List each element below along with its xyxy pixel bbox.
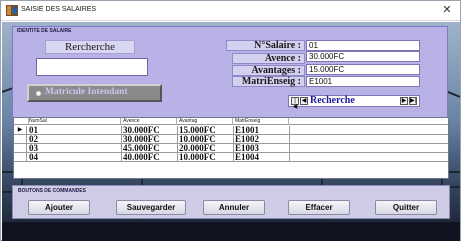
next-record-icon[interactable]: ▶ xyxy=(400,97,408,105)
form-client-area: IDENTITE DE SALAIRE Rercherche Matricule… xyxy=(2,22,460,241)
previous-record-icon[interactable]: ◀ xyxy=(300,97,308,105)
grid-header: NumSal Avence Avantag MatrEnseig xyxy=(14,118,448,125)
table-cell[interactable]: 10.000FC xyxy=(178,153,234,162)
annuler-button[interactable]: Annuler xyxy=(203,200,265,215)
table-cell[interactable]: 04 xyxy=(28,153,122,162)
matrienseig-field[interactable]: E1001 xyxy=(306,76,420,87)
avantages-label: Avantages : xyxy=(232,65,305,76)
sauvegarder-button[interactable]: Sauvegarder xyxy=(116,200,186,215)
matrienseig-label: MatriEnseig : xyxy=(232,76,305,87)
database-app-icon xyxy=(6,5,18,16)
column-header[interactable]: Avence xyxy=(122,118,177,125)
table-cell[interactable]: 01 xyxy=(28,126,122,135)
table-row[interactable]: ▶ 01 30.000FC 15.000FC E1001 xyxy=(14,126,448,135)
title-bar: SAISIE DES SALAIRES ✕ xyxy=(1,1,460,21)
nsalaire-field[interactable]: 01 xyxy=(306,40,420,51)
command-panel-title: BOUTONS DE COMMANDES xyxy=(18,188,86,194)
window-title: SAISIE DES SALAIRES xyxy=(21,6,97,13)
column-header[interactable]: MatrEnseig xyxy=(234,118,289,125)
avantages-field[interactable]: 15.000FC xyxy=(306,64,420,75)
table-cell[interactable]: 02 xyxy=(28,135,122,144)
search-button[interactable]: Rercherche xyxy=(45,40,135,54)
radio-button-icon[interactable] xyxy=(36,91,41,96)
table-cell[interactable]: E1004 xyxy=(234,153,290,162)
current-row-indicator-icon: ▶ xyxy=(14,126,27,135)
search-input[interactable] xyxy=(36,58,148,76)
command-buttons-panel: BOUTONS DE COMMANDES Ajouter Sauvegarder… xyxy=(12,185,450,219)
table-cell[interactable]: 03 xyxy=(28,144,122,153)
column-header[interactable]: Avantag xyxy=(178,118,233,125)
last-record-icon[interactable]: ▶| xyxy=(409,97,417,105)
identity-panel-title: IDENTITE DE SALAIRE xyxy=(17,28,72,34)
column-header[interactable]: NumSal xyxy=(28,118,121,125)
table-cell[interactable]: 40.000FC xyxy=(122,153,178,162)
nsalaire-label: N°Salaire : xyxy=(226,40,305,51)
avence-label: Avence : xyxy=(232,53,305,64)
quitter-button[interactable]: Quitter xyxy=(375,200,437,215)
table-row[interactable]: 03 45.000FC 20.000FC E1003 xyxy=(14,144,448,153)
table-row[interactable]: 04 40.000FC 10.000FC E1004 xyxy=(14,153,448,162)
close-icon[interactable]: ✕ xyxy=(439,3,455,18)
matricule-intendant-label: Matricule Intendant xyxy=(45,87,128,97)
record-navigator: |◀ ◀ Recherche ▶ ▶| xyxy=(288,95,420,110)
navigator-label: Recherche xyxy=(310,95,355,106)
first-record-icon[interactable]: |◀ xyxy=(291,97,299,110)
salary-grid[interactable]: NumSal Avence Avantag MatrEnseig ▶ 01 30… xyxy=(13,117,449,179)
identity-panel: IDENTITE DE SALAIRE Rercherche Matricule… xyxy=(12,26,448,129)
table-row[interactable]: 02 30.000FC 10.000FC E1002 xyxy=(14,135,448,144)
matricule-intendant-option[interactable]: Matricule Intendant xyxy=(27,84,162,102)
main-window: SAISIE DES SALAIRES ✕ IDENTITE DE SALAIR… xyxy=(0,0,461,241)
effacer-button[interactable]: Effacer xyxy=(288,200,350,215)
avence-field[interactable]: 30.000FC xyxy=(306,51,420,62)
ajouter-button[interactable]: Ajouter xyxy=(28,200,90,215)
